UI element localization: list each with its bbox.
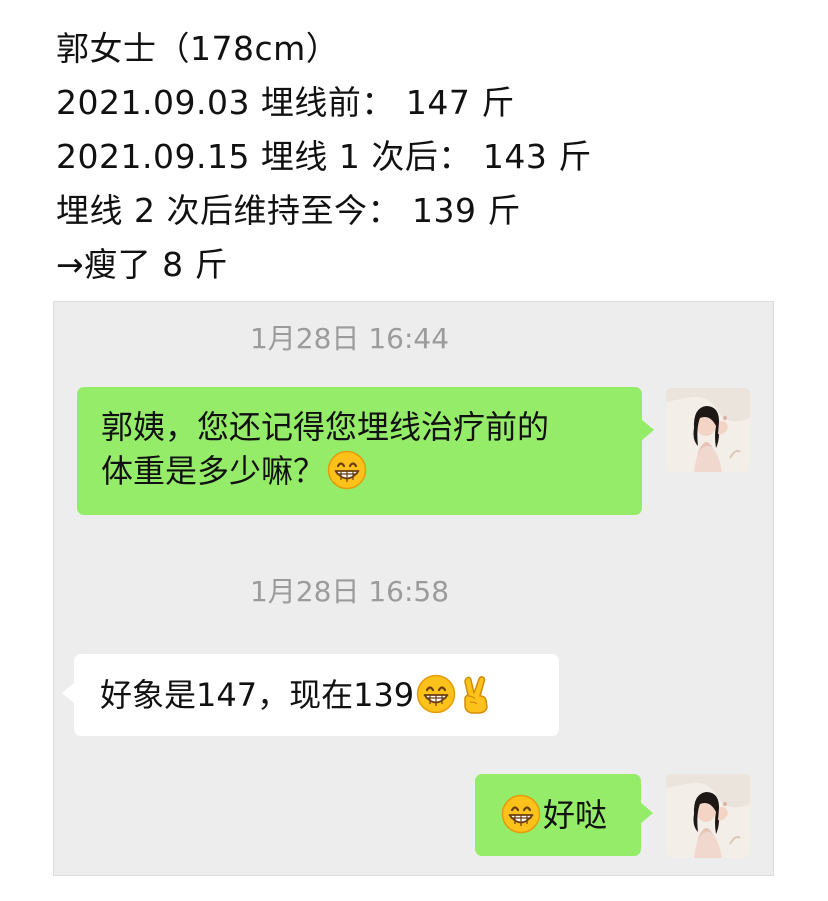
message-text: 郭姨，您还记得您埋线治疗前的 (101, 408, 550, 446)
victory-hand-icon (458, 674, 494, 714)
grinning-face-icon (327, 450, 367, 490)
message-bubble-sent[interactable]: 郭姨，您还记得您埋线治疗前的 体重是多少嘛？ (77, 387, 654, 515)
chat-timestamp: 1月28日 16:44 (249, 322, 450, 355)
message-bubble-sent[interactable]: 好哒 (475, 774, 653, 856)
message-bubble-received[interactable]: 好象是147，现在139 (62, 654, 559, 736)
message-text: 好哒 (543, 796, 608, 834)
bubble-tail (640, 802, 653, 824)
bubble-tail (62, 682, 75, 704)
message-text: 好象是147，现在139 (100, 676, 415, 714)
post-header: 郭女士（178cm） 2021.09.03 埋线前： 147 斤 2021.09… (56, 22, 796, 292)
bubble-tail (641, 419, 654, 441)
avatar-photo-icon (666, 388, 750, 472)
grinning-face-icon (501, 794, 541, 834)
chat-screenshot: 1月28日 16:44 郭姨，您还记得您埋线治疗前的 体重是多少嘛？ 1月28日… (53, 301, 774, 876)
header-line-after-first: 2021.09.15 埋线 1 次后： 143 斤 (56, 137, 592, 176)
avatar[interactable] (666, 774, 750, 858)
header-line-result: →瘦了 8 斤 (56, 245, 229, 284)
header-line-current: 埋线 2 次后维持至今： 139 斤 (56, 191, 521, 230)
chat-timestamp: 1月28日 16:58 (249, 575, 450, 608)
message-text: 体重是多少嘛？ (101, 452, 326, 490)
header-line-patient: 郭女士（178cm） (56, 29, 340, 68)
grinning-face-icon (416, 674, 456, 714)
avatar[interactable] (666, 388, 750, 472)
avatar-photo-icon (666, 774, 750, 858)
header-line-before-weight: 2021.09.03 埋线前： 147 斤 (56, 83, 515, 122)
